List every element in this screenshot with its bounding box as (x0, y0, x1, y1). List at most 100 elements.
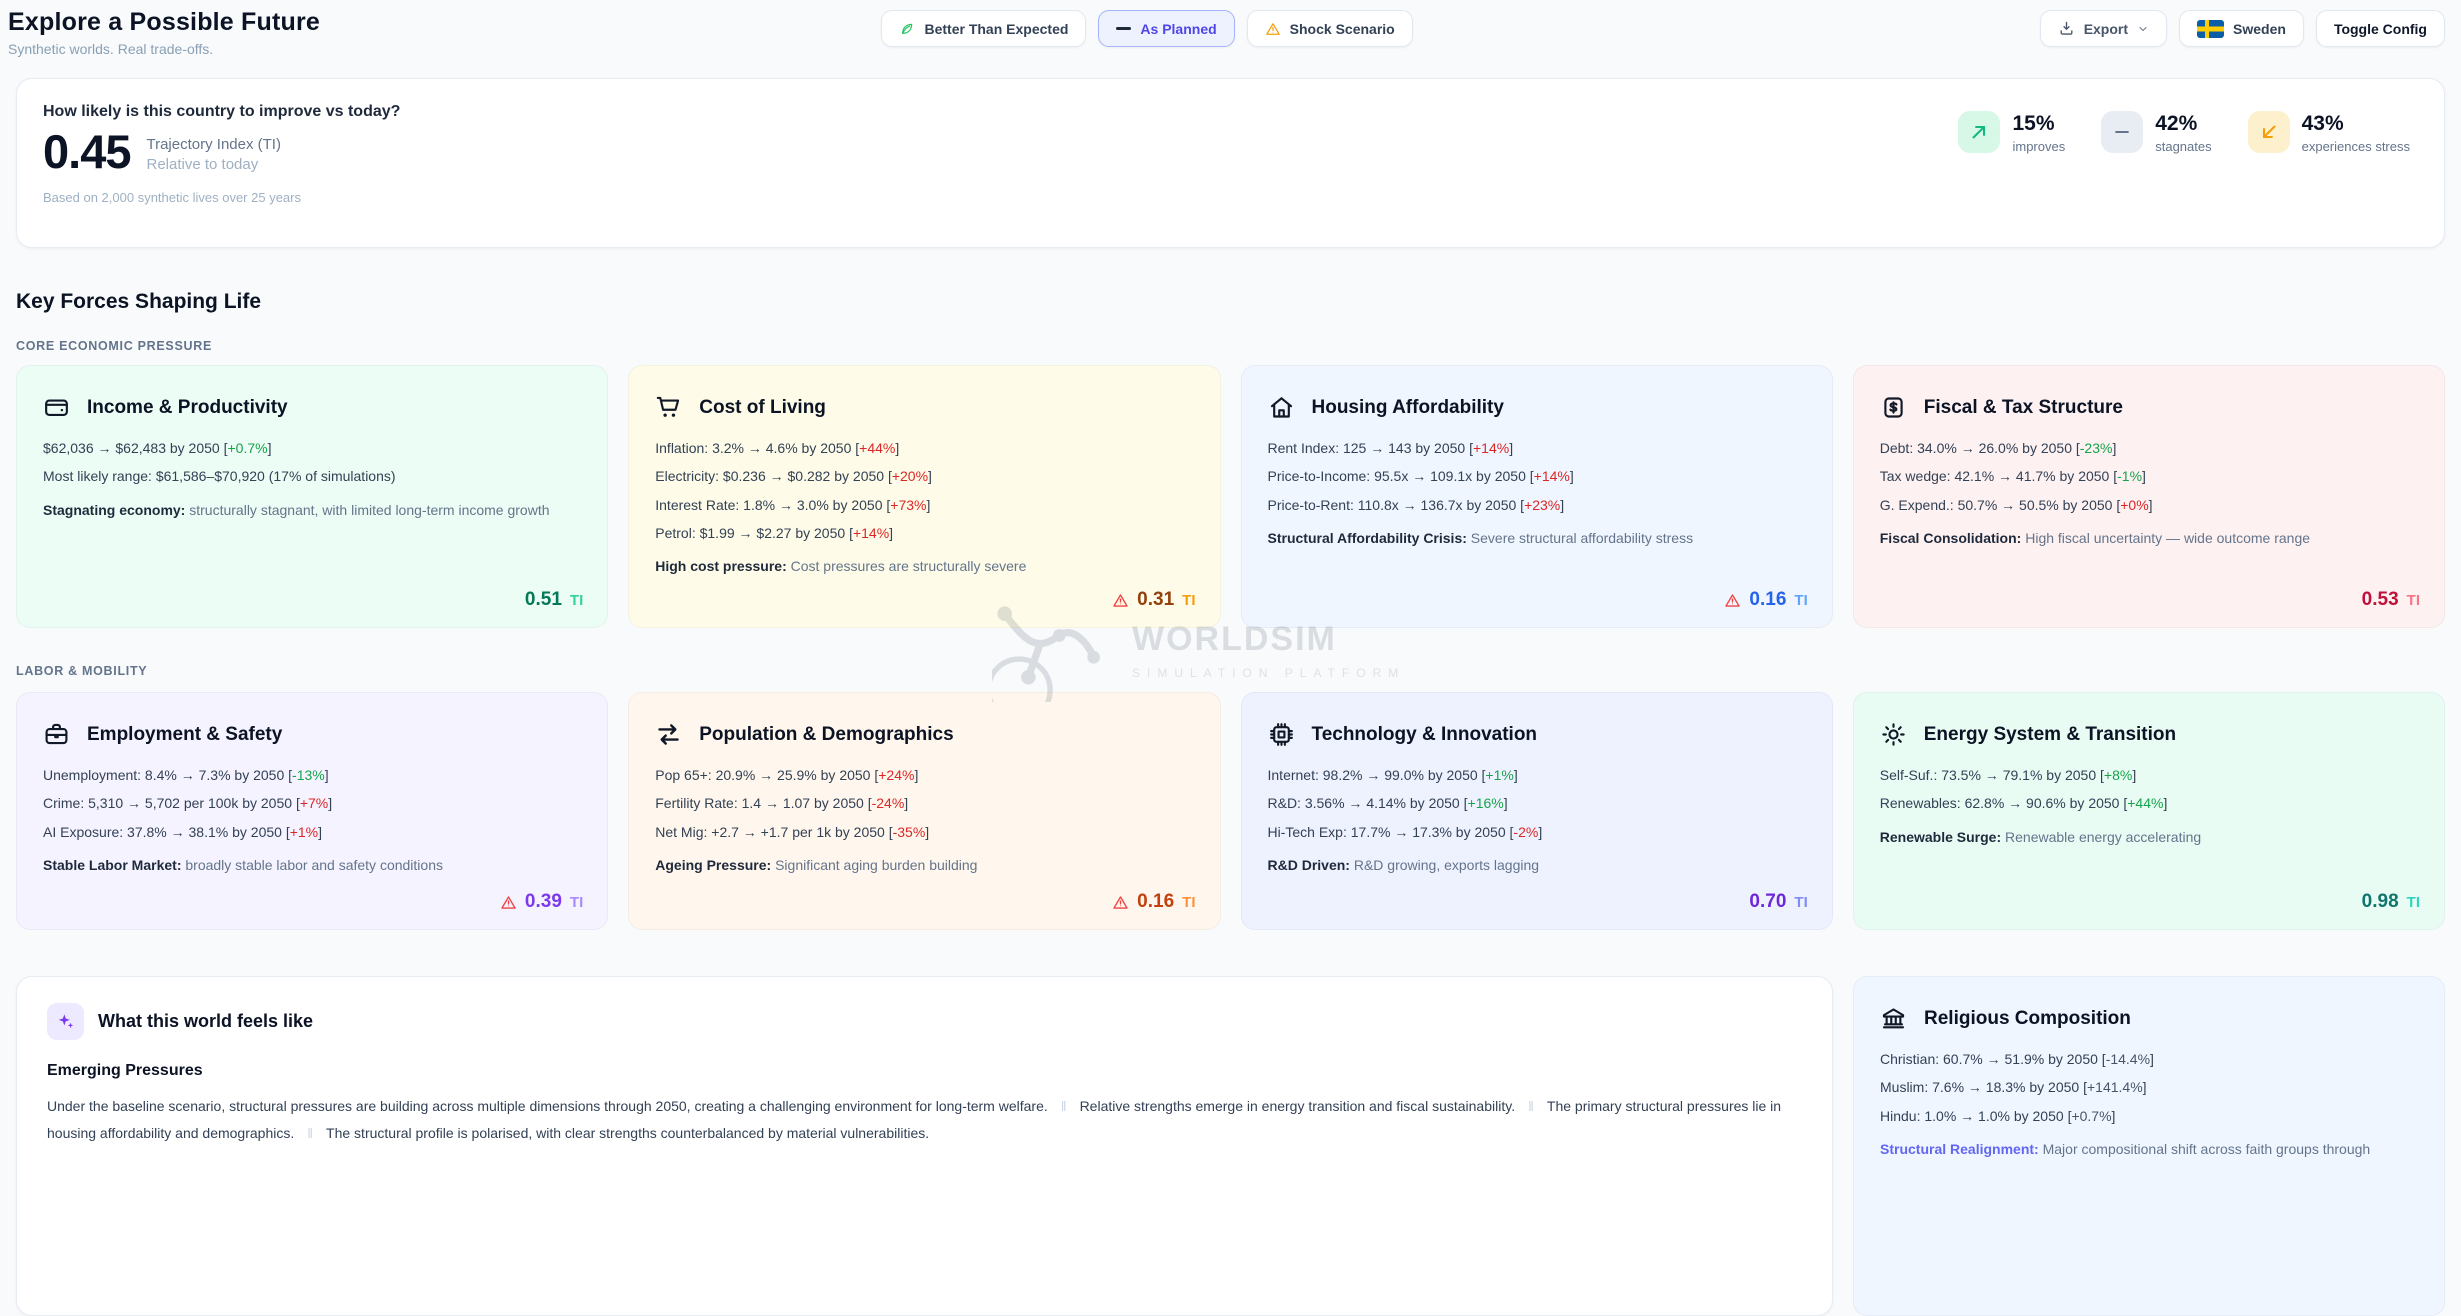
summary-lead: Structural Realignment: (1880, 1141, 2039, 1157)
stat-line: Hi-Tech Exp: 17.7% → 17.3% by 2050 -2% (1268, 822, 1806, 842)
trajectory-index-badge: 0.51 TI (525, 589, 583, 611)
summary-text: Renewable energy accelerating (2005, 829, 2201, 845)
scenario-toggle-group: Better Than Expected As Planned Shock Sc… (881, 10, 1412, 47)
export-label: Export (2084, 21, 2128, 37)
stat-delta: +0% (2116, 497, 2152, 513)
toggle-config-label: Toggle Config (2334, 21, 2427, 37)
bottom-section: What this world feels like Emerging Pres… (16, 976, 2445, 1316)
summary-text: Cost pressures are structurally severe (791, 558, 1027, 574)
summary-text: R&D growing, exports lagging (1354, 857, 1539, 873)
stat-stress: 43% experiences stress (2248, 111, 2410, 223)
stat-text: Debt: 34.0% → 26.0% by 2050 (1880, 440, 2072, 456)
ti-value: 0.53 (2362, 589, 2399, 611)
stat-line: Self-Suf.: 73.5% → 79.1% by 2050 +8% (1880, 765, 2418, 785)
stat-delta: +0.7% (224, 440, 272, 456)
download-icon (2058, 20, 2075, 37)
stat-text: Inflation: 3.2% → 4.6% by 2050 (655, 440, 851, 456)
card-summary: High cost pressure: Cost pressures are s… (655, 556, 1193, 577)
stat-delta: -35% (889, 824, 929, 840)
stat-delta: +8% (2100, 767, 2136, 783)
country-selector-button[interactable]: Sweden (2179, 10, 2304, 47)
summary-lead: Renewable Surge: (1880, 829, 2001, 845)
arrows-exchange-icon (655, 721, 682, 748)
card-summary: Renewable Surge: Renewable energy accele… (1880, 827, 2418, 848)
ti-suffix: TI (1794, 592, 1807, 609)
ti-value: 0.31 (1137, 589, 1174, 611)
card-title: Income & Productivity (87, 397, 288, 419)
stat-delta: +1% (1482, 767, 1518, 783)
card-title: Housing Affordability (1312, 397, 1504, 419)
stat-text: Fertility Rate: 1.4 → 1.07 by 2050 (655, 795, 864, 811)
stat-line: Inflation: 3.2% → 4.6% by 2050 +44% (655, 438, 1193, 458)
card-population-demographics: Population & Demographics Pop 65+: 20.9%… (628, 692, 1220, 930)
stat-delta: +0.7% (2068, 1108, 2116, 1124)
stat-value: 42% (2155, 112, 2211, 136)
stat-value: 43% (2302, 112, 2410, 136)
sparkles-icon (47, 1003, 84, 1040)
stat-line: Interest Rate: 1.8% → 3.0% by 2050 +73% (655, 495, 1193, 515)
stat-line: Crime: 5,310 → 5,702 per 100k by 2050 +7… (43, 793, 581, 813)
trend-down-icon (2248, 111, 2290, 153)
scenario-shock-button[interactable]: Shock Scenario (1247, 10, 1413, 47)
ti-value: 0.39 (525, 891, 562, 913)
stat-line: G. Expend.: 50.7% → 50.5% by 2050 +0% (1880, 495, 2418, 515)
stat-text: Tax wedge: 42.1% → 41.7% by 2050 (1880, 468, 2110, 484)
trend-up-icon (1958, 111, 2000, 153)
card-header: Cost of Living (655, 394, 1193, 421)
summary-text: broadly stable labor and safety conditio… (185, 857, 443, 873)
narrative-heading: Emerging Pressures (47, 1062, 1802, 1080)
trajectory-index-badge: 0.70 TI (1749, 891, 1807, 913)
stat-text: Pop 65+: 20.9% → 25.9% by 2050 (655, 767, 870, 783)
warning-icon (1112, 592, 1129, 609)
page-subtitle: Synthetic worlds. Real trade-offs. (8, 41, 568, 57)
stat-label: experiences stress (2302, 139, 2410, 154)
card-cost-of-living: Cost of Living Inflation: 3.2% → 4.6% by… (628, 365, 1220, 628)
stat-text: Internet: 98.2% → 99.0% by 2050 (1268, 767, 1478, 783)
stat-text: Petrol: $1.99 → $2.27 by 2050 (655, 525, 845, 541)
card-employment-safety: Employment & Safety Unemployment: 8.4% →… (16, 692, 608, 930)
toggle-config-button[interactable]: Toggle Config (2316, 10, 2445, 47)
card-header: Housing Affordability (1268, 394, 1806, 421)
stat-text: Christian: 60.7% → 51.9% by 2050 (1880, 1051, 2098, 1067)
trajectory-index-badge: 0.16 TI (1724, 589, 1807, 611)
summary-text: High fiscal uncertainty — wide outcome r… (2025, 530, 2310, 546)
stat-line: Christian: 60.7% → 51.9% by 2050 -14.4% (1880, 1049, 2418, 1069)
stat-text: Net Mig: +2.7 → +1.7 per 1k by 2050 (655, 824, 885, 840)
summary-lead: Structural Affordability Crisis: (1268, 530, 1467, 546)
summary-lead: Stable Labor Market: (43, 857, 181, 873)
stat-delta: -2% (1510, 824, 1543, 840)
title-block: Explore a Possible Future Synthetic worl… (8, 8, 568, 57)
scenario-as-planned-button[interactable]: As Planned (1098, 10, 1234, 47)
segment-separator (1048, 1098, 1080, 1114)
ti-value: 0.51 (525, 589, 562, 611)
trajectory-question: How likely is this country to improve vs… (43, 103, 400, 121)
page-title: Explore a Possible Future (8, 8, 568, 37)
stat-text: Crime: 5,310 → 5,702 per 100k by 2050 (43, 795, 292, 811)
scenario-better-than-expected-button[interactable]: Better Than Expected (881, 10, 1086, 47)
trajectory-index-badge: 0.39 TI (500, 891, 583, 913)
summary-text: Major compositional shift across faith g… (2043, 1141, 2371, 1157)
card-summary: Ageing Pressure: Significant aging burde… (655, 855, 1193, 876)
stat-line: Hindu: 1.0% → 1.0% by 2050 +0.7% (1880, 1106, 2418, 1126)
stat-value: 15% (2012, 112, 2065, 136)
trajectory-labels: Trajectory Index (TI) Relative to today (146, 136, 280, 173)
stat-text: Hi-Tech Exp: 17.7% → 17.3% by 2050 (1268, 824, 1506, 840)
stat-text: Rent Index: 125 → 143 by 2050 (1268, 440, 1466, 456)
summary-lead: R&D Driven: (1268, 857, 1350, 873)
narrative-card: What this world feels like Emerging Pres… (16, 976, 1833, 1316)
segment-separator (1515, 1098, 1547, 1114)
summary-lead: High cost pressure: (655, 558, 786, 574)
stat-line: AI Exposure: 37.8% → 38.1% by 2050 +1% (43, 822, 581, 842)
export-button[interactable]: Export (2040, 10, 2167, 47)
stat-text: Unemployment: 8.4% → 7.3% by 2050 (43, 767, 284, 783)
trajectory-index-badge: 0.31 TI (1112, 589, 1195, 611)
stat-line: Fertility Rate: 1.4 → 1.07 by 2050 -24% (655, 793, 1193, 813)
stat-line: R&D: 3.56% → 4.14% by 2050 +16% (1268, 793, 1806, 813)
stat-line: Net Mig: +2.7 → +1.7 per 1k by 2050 -35% (655, 822, 1193, 842)
summary-lead: Stagnating economy: (43, 502, 185, 518)
ti-suffix: TI (2407, 592, 2420, 609)
stat-delta: +14% (1530, 468, 1574, 484)
summary-lead: Ageing Pressure: (655, 857, 771, 873)
stat-delta: -13% (288, 767, 328, 783)
card-summary: Fiscal Consolidation: High fiscal uncert… (1880, 528, 2418, 549)
